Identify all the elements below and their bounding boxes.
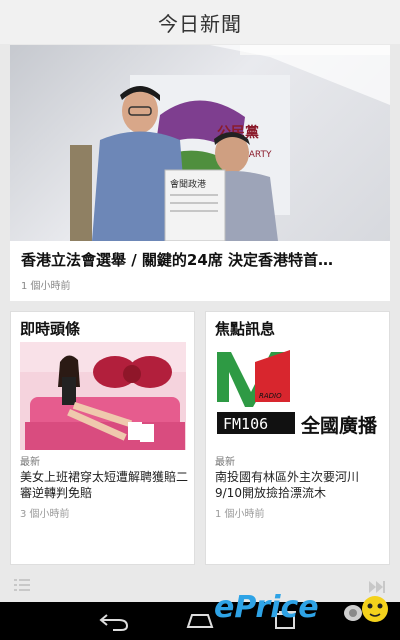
hero-timestamp: 1 個小時前 — [21, 281, 71, 292]
hero-text-area: 香港立法會選舉 / 關鍵的24席 決定香港特首… 1 個小時前 — [10, 241, 390, 301]
news-card-focus[interactable]: 焦點訊息 RADIO FM106 全國廣播 最新 南投國有林區外主次要河川9/1… — [205, 311, 390, 565]
card-title: 焦點訊息 — [215, 320, 276, 338]
watermark-main: ePrice — [214, 590, 319, 625]
card-timestamp: 1 個小時前 — [215, 509, 265, 520]
card-category: 最新 — [20, 457, 40, 468]
hello-kitty-photo — [20, 342, 186, 450]
card-headline[interactable]: 南投國有林區外主次要河川9/10開放撿拾漂流木 — [215, 469, 385, 501]
system-navigation-bar — [0, 602, 400, 640]
card-category: 最新 — [215, 457, 235, 468]
card-headline[interactable]: 美女上班裙穿太短遭解聘獲賠二審逆轉判免賠 — [20, 469, 190, 501]
back-icon[interactable] — [95, 609, 135, 633]
mascot-icon — [341, 589, 395, 629]
radio-station-logo: RADIO FM106 全國廣播 — [215, 342, 381, 450]
hero-headline[interactable]: 香港立法會選舉 / 關鍵的24席 決定香港特首… — [21, 250, 379, 270]
newspaper-text: 會聞政港 — [170, 178, 206, 190]
news-card-headlines[interactable]: 即時頭條 最新 美女上班裙穿太短遭解聘獲賠二審逆轉判免賠 3 個小時前 — [10, 311, 195, 565]
station-name-text: 全國廣播 — [300, 414, 378, 437]
card-title: 即時頭條 — [20, 320, 81, 338]
hero-photo: 公民黨 CIVIC PARTY 會聞政港 — [10, 45, 390, 241]
menu-icon[interactable] — [14, 577, 30, 591]
page-title: 今日新聞 — [158, 11, 242, 36]
card-thumbnail — [20, 342, 186, 450]
eprice-watermark: ePrice — [214, 590, 319, 625]
radio-text: RADIO — [259, 392, 282, 400]
hero-story-card[interactable]: 公民黨 CIVIC PARTY 會聞政港 香港立法會選舉 / 關鍵的24席 決定… — [10, 45, 390, 301]
press-conference-photo: 公民黨 CIVIC PARTY 會聞政港 — [70, 45, 390, 241]
card-thumbnail: RADIO FM106 全國廣播 — [215, 342, 381, 450]
fm-text: FM106 — [223, 415, 268, 433]
app-header: 今日新聞 — [0, 0, 400, 44]
card-timestamp: 3 個小時前 — [20, 509, 70, 520]
